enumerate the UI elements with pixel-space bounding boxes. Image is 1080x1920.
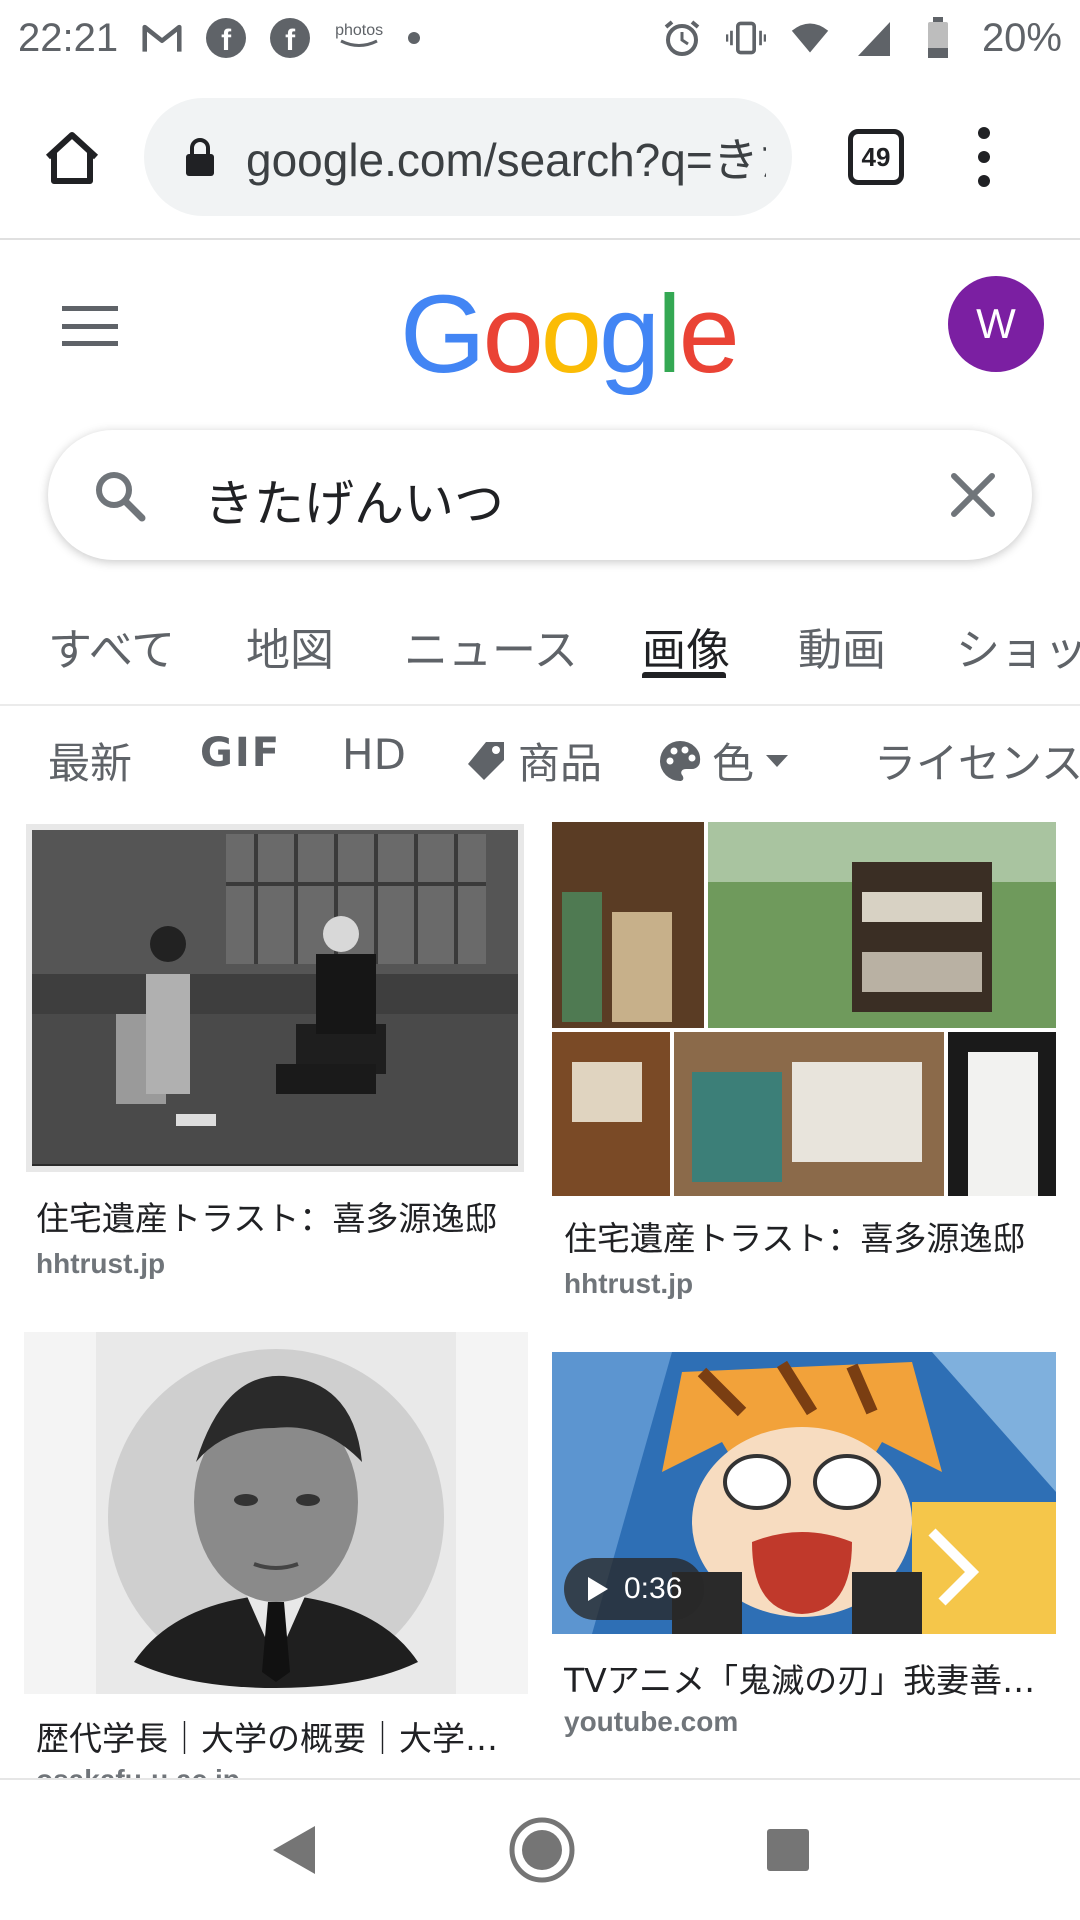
logo-letter: G xyxy=(400,273,486,396)
play-icon xyxy=(588,1577,608,1601)
result-source[interactable]: youtube.com xyxy=(564,1706,738,1738)
address-bar[interactable]: google.com/search?q=きたげんいつ xyxy=(144,98,792,216)
gmail-icon xyxy=(142,18,182,58)
result-title[interactable]: TVアニメ「鬼滅の刃」我妻善… xyxy=(564,1654,1044,1702)
result-video-thumbnail[interactable]: 0:36 xyxy=(552,1352,1056,1634)
search-input[interactable]: きたげんいつ xyxy=(204,464,504,536)
alarm-icon xyxy=(662,18,702,58)
clock-time: 22:21 xyxy=(18,15,119,60)
filter-products[interactable]: 商品 xyxy=(466,730,602,791)
amazon-photos-icon: photos xyxy=(334,21,384,53)
search-icon[interactable] xyxy=(92,468,148,524)
logo-letter: o xyxy=(540,273,602,396)
result-title[interactable]: 歴代学長｜大学の概要｜大学… xyxy=(36,1712,516,1760)
system-nav-bar xyxy=(0,1778,1080,1920)
duration-text: 0:36 xyxy=(624,1572,683,1605)
menu-dot xyxy=(978,151,990,163)
filter-gif[interactable]: GIF xyxy=(200,730,281,776)
filter-label: GIF xyxy=(200,730,282,776)
home-icon[interactable] xyxy=(509,1817,575,1883)
result-source[interactable]: osakafu-u.ac.jp xyxy=(36,1764,240,1778)
logo-letter: o xyxy=(482,273,544,396)
overflow-menu-button[interactable] xyxy=(964,109,1004,205)
search-tabs: すべて 地図 ニュース 画像 動画 ショッ xyxy=(0,600,1080,706)
account-avatar[interactable]: W xyxy=(948,276,1044,372)
tab-videos[interactable]: 動画 xyxy=(798,614,886,678)
battery-icon xyxy=(918,17,958,58)
filter-recent[interactable]: 最新 xyxy=(48,730,132,791)
filter-label: 商品 xyxy=(518,739,603,788)
home-icon xyxy=(45,132,99,184)
filter-label: 色 xyxy=(712,739,755,788)
result-image-house-photo[interactable] xyxy=(26,824,524,1172)
image-filters: 最新 GIF HD 商品 色 ライセンス xyxy=(0,720,1080,800)
palette-icon xyxy=(660,740,701,781)
facebook-icon: f xyxy=(270,18,311,58)
google-logo[interactable]: Google xyxy=(400,280,740,390)
filter-label: ライセンス xyxy=(874,739,1080,788)
lock-icon xyxy=(186,138,214,176)
google-header: Google W xyxy=(0,240,1080,420)
logo-letter: g xyxy=(598,273,660,396)
result-title[interactable]: 住宅遺産トラスト：喜多源逸邸 xyxy=(36,1192,516,1240)
tab-news[interactable]: ニュース xyxy=(404,614,578,678)
url-text: google.com/search?q=きたげんいつ xyxy=(246,134,766,186)
filter-license[interactable]: ライセンス xyxy=(874,730,1080,791)
recents-icon[interactable] xyxy=(765,1827,811,1873)
search-box[interactable]: きたげんいつ xyxy=(48,430,1032,560)
tag-icon xyxy=(468,741,504,780)
battery-percent: 20% xyxy=(981,15,1062,60)
browser-toolbar: google.com/search?q=きたげんいつ 49 xyxy=(0,76,1080,240)
facebook-icon: f xyxy=(206,18,247,58)
result-source[interactable]: hhtrust.jp xyxy=(36,1248,165,1280)
filter-label: HD xyxy=(342,730,406,779)
result-source[interactable]: hhtrust.jp xyxy=(564,1268,693,1300)
photos-label: photos xyxy=(335,21,384,39)
logo-letter: e xyxy=(678,273,740,396)
active-tab-indicator xyxy=(642,672,726,678)
filter-label: 最新 xyxy=(48,739,133,788)
tab-images[interactable]: 画像 xyxy=(642,614,730,678)
tab-maps[interactable]: 地図 xyxy=(246,614,334,678)
result-title[interactable]: 住宅遺産トラスト：喜多源逸邸 xyxy=(564,1212,1044,1260)
dot-icon xyxy=(408,32,421,44)
filter-hd[interactable]: HD xyxy=(342,730,406,779)
video-duration-badge: 0:36 xyxy=(564,1558,705,1620)
signal-icon xyxy=(854,18,894,58)
caret-down-icon xyxy=(766,754,789,767)
logo-letter: l xyxy=(657,273,682,396)
filter-color[interactable]: 色 xyxy=(658,730,790,791)
tab-shopping[interactable]: ショッ xyxy=(956,614,1080,678)
wifi-icon xyxy=(790,18,830,58)
status-bar: 22:21 f f photos 20% xyxy=(0,0,1080,76)
tab-all[interactable]: すべて xyxy=(48,614,175,678)
menu-dot xyxy=(978,127,990,139)
vibrate-icon xyxy=(725,18,766,58)
back-icon[interactable] xyxy=(269,1822,319,1878)
home-button[interactable] xyxy=(24,109,120,205)
hamburger-menu-icon[interactable] xyxy=(62,306,118,346)
result-image-portrait[interactable] xyxy=(24,1332,528,1694)
result-image-house-collage[interactable] xyxy=(552,822,1056,1196)
tab-switcher-button[interactable]: 49 xyxy=(848,129,904,185)
menu-dot xyxy=(978,175,990,187)
close-icon[interactable] xyxy=(948,470,998,520)
